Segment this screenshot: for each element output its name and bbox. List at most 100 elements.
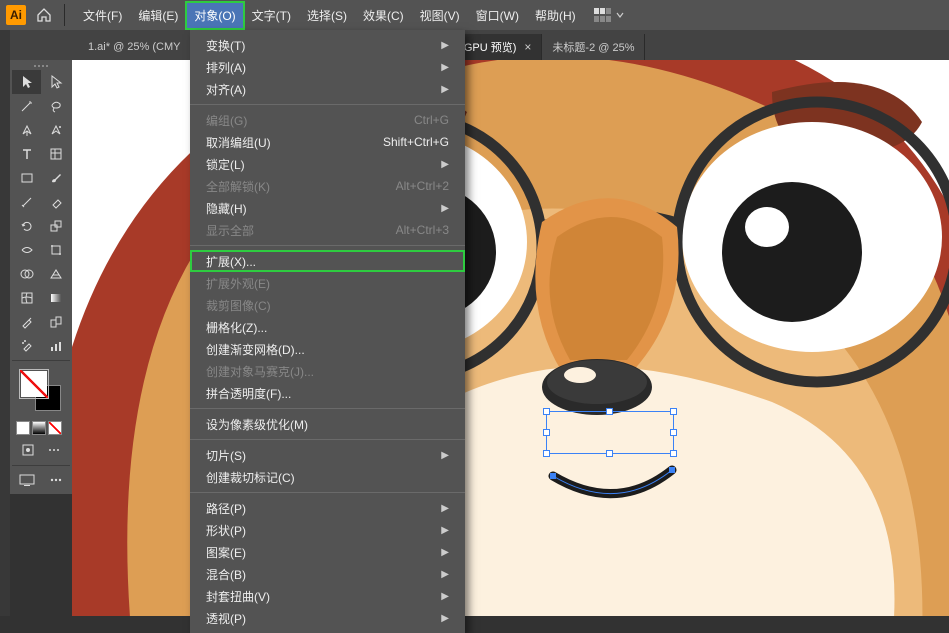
color-mode-solid[interactable] xyxy=(16,421,30,435)
blend-tool[interactable] xyxy=(41,310,70,334)
submenu-arrow-icon: ▶ xyxy=(441,62,449,73)
color-mode-row xyxy=(12,419,70,437)
menu-item[interactable]: 取消编组(U)Shift+Ctrl+G xyxy=(190,131,465,153)
scale-tool[interactable] xyxy=(41,214,70,238)
resize-handle[interactable] xyxy=(670,450,677,457)
menu-item-label: 设为像素级优化(M) xyxy=(206,416,308,433)
eraser-tool[interactable] xyxy=(41,190,70,214)
menu-item[interactable]: 栅格化(Z)... xyxy=(190,316,465,338)
menu-item[interactable]: 对齐(A) ▶ xyxy=(190,78,465,100)
width-tool[interactable] xyxy=(12,238,41,262)
menu-item[interactable]: 混合(B)▶ xyxy=(190,563,465,585)
workspace-switcher[interactable] xyxy=(594,8,624,22)
direct-selection-tool[interactable] xyxy=(41,70,70,94)
shaper-tool[interactable] xyxy=(12,190,41,214)
magic-wand-tool[interactable] xyxy=(12,94,41,118)
symbol-sprayer-tool[interactable] xyxy=(12,334,41,358)
rectangle-tool[interactable] xyxy=(12,166,41,190)
menu-选择[interactable]: 选择(S) xyxy=(299,2,355,29)
close-icon[interactable]: × xyxy=(524,40,531,54)
menubar: Ai 文件(F)编辑(E)对象(O)文字(T)选择(S)效果(C)视图(V)窗口… xyxy=(0,0,949,30)
submenu-arrow-icon: ▶ xyxy=(441,203,449,214)
more-tools[interactable] xyxy=(42,439,66,461)
resize-handle[interactable] xyxy=(670,408,677,415)
perspective-grid-tool[interactable] xyxy=(41,262,70,286)
curvature-tool[interactable] xyxy=(41,118,70,142)
menu-item[interactable]: 图案(E)▶ xyxy=(190,541,465,563)
document-tab[interactable]: 1.ai* @ 25% (CMY xyxy=(78,34,191,60)
menu-窗口[interactable]: 窗口(W) xyxy=(468,2,527,29)
menu-item[interactable]: 扩展(X)... xyxy=(190,250,465,272)
menu-item[interactable]: 切片(S)▶ xyxy=(190,444,465,466)
gradient-tool[interactable] xyxy=(41,286,70,310)
menu-对象[interactable]: 对象(O) xyxy=(186,2,243,29)
submenu-arrow-icon: ▶ xyxy=(441,569,449,580)
menu-编辑[interactable]: 编辑(E) xyxy=(130,2,186,29)
free-transform-tool[interactable] xyxy=(41,238,70,262)
document-tab[interactable]: 未标题-2 @ 25% xyxy=(542,34,645,60)
resize-handle[interactable] xyxy=(543,429,550,436)
shape-builder-tool[interactable] xyxy=(12,262,41,286)
resize-handle[interactable] xyxy=(606,450,613,457)
menu-separator xyxy=(190,245,465,246)
menu-文字[interactable]: 文字(T) xyxy=(244,2,299,29)
menu-item-label: 创建裁切标记(C) xyxy=(206,469,295,486)
menu-item[interactable]: 创建裁切标记(C) xyxy=(190,466,465,488)
menu-item-shortcut: Alt+Ctrl+3 xyxy=(396,223,449,237)
line-segment-tool[interactable] xyxy=(41,142,70,166)
menu-item[interactable]: 排列(A)▶ xyxy=(190,56,465,78)
pen-tool[interactable] xyxy=(12,118,41,142)
menu-item[interactable]: 隐藏(H)▶ xyxy=(190,197,465,219)
menu-item[interactable]: 拼合透明度(F)... xyxy=(190,382,465,404)
menu-效果[interactable]: 效果(C) xyxy=(355,2,412,29)
draw-mode-normal[interactable] xyxy=(16,439,40,461)
color-mode-none[interactable] xyxy=(48,421,62,435)
separator xyxy=(64,4,65,26)
rotate-tool[interactable] xyxy=(12,214,41,238)
fill-stroke-swatch[interactable] xyxy=(12,363,70,419)
panel-grip[interactable] xyxy=(12,62,70,70)
mesh-tool[interactable] xyxy=(12,286,41,310)
menu-帮助[interactable]: 帮助(H) xyxy=(527,2,584,29)
type-tool[interactable] xyxy=(12,142,41,166)
menu-item-label: 对齐(A) xyxy=(206,81,246,98)
menu-视图[interactable]: 视图(V) xyxy=(412,2,468,29)
submenu-arrow-icon: ▶ xyxy=(441,613,449,624)
menu-item-label: 锁定(L) xyxy=(206,156,245,173)
edit-toolbar[interactable] xyxy=(41,468,70,492)
color-mode-gradient[interactable] xyxy=(32,421,46,435)
menu-item[interactable]: 创建渐变网格(D)... xyxy=(190,338,465,360)
menu-item[interactable]: 锁定(L) ▶ xyxy=(190,153,465,175)
resize-handle[interactable] xyxy=(606,408,613,415)
submenu-arrow-icon: ▶ xyxy=(441,159,449,170)
menu-item-shortcut: Alt+Ctrl+2 xyxy=(396,179,449,193)
menu-item: 全部解锁(K)Alt+Ctrl+2 xyxy=(190,175,465,197)
fill-swatch[interactable] xyxy=(21,371,47,397)
selection-tool[interactable] xyxy=(12,70,41,94)
menu-item[interactable]: 透视(P)▶ xyxy=(190,607,465,629)
menu-item[interactable]: 设为像素级优化(M) xyxy=(190,413,465,435)
menu-item-label: 扩展外观(E) xyxy=(206,275,270,292)
eyedropper-tool[interactable] xyxy=(12,310,41,334)
menu-item: 扩展外观(E) xyxy=(190,272,465,294)
resize-handle[interactable] xyxy=(670,429,677,436)
submenu-arrow-icon: ▶ xyxy=(441,84,449,95)
submenu-arrow-icon: ▶ xyxy=(441,525,449,536)
paintbrush-tool[interactable] xyxy=(41,166,70,190)
screen-mode[interactable] xyxy=(12,468,41,492)
app-logo: Ai xyxy=(6,5,26,25)
lasso-tool[interactable] xyxy=(41,94,70,118)
menu-item-label: 拼合透明度(F)... xyxy=(206,385,291,402)
menu-item[interactable]: 变换(T)▶ xyxy=(190,34,465,56)
menu-文件[interactable]: 文件(F) xyxy=(75,2,130,29)
menu-item[interactable]: 路径(P)▶ xyxy=(190,497,465,519)
resize-handle[interactable] xyxy=(543,408,550,415)
left-rail xyxy=(0,30,10,616)
resize-handle[interactable] xyxy=(543,450,550,457)
column-graph-tool[interactable] xyxy=(41,334,70,358)
home-icon[interactable] xyxy=(34,5,54,25)
menu-separator xyxy=(190,104,465,105)
selection-bounding-box[interactable] xyxy=(546,411,674,454)
menu-item[interactable]: 形状(P)▶ xyxy=(190,519,465,541)
menu-item[interactable]: 封套扭曲(V)▶ xyxy=(190,585,465,607)
